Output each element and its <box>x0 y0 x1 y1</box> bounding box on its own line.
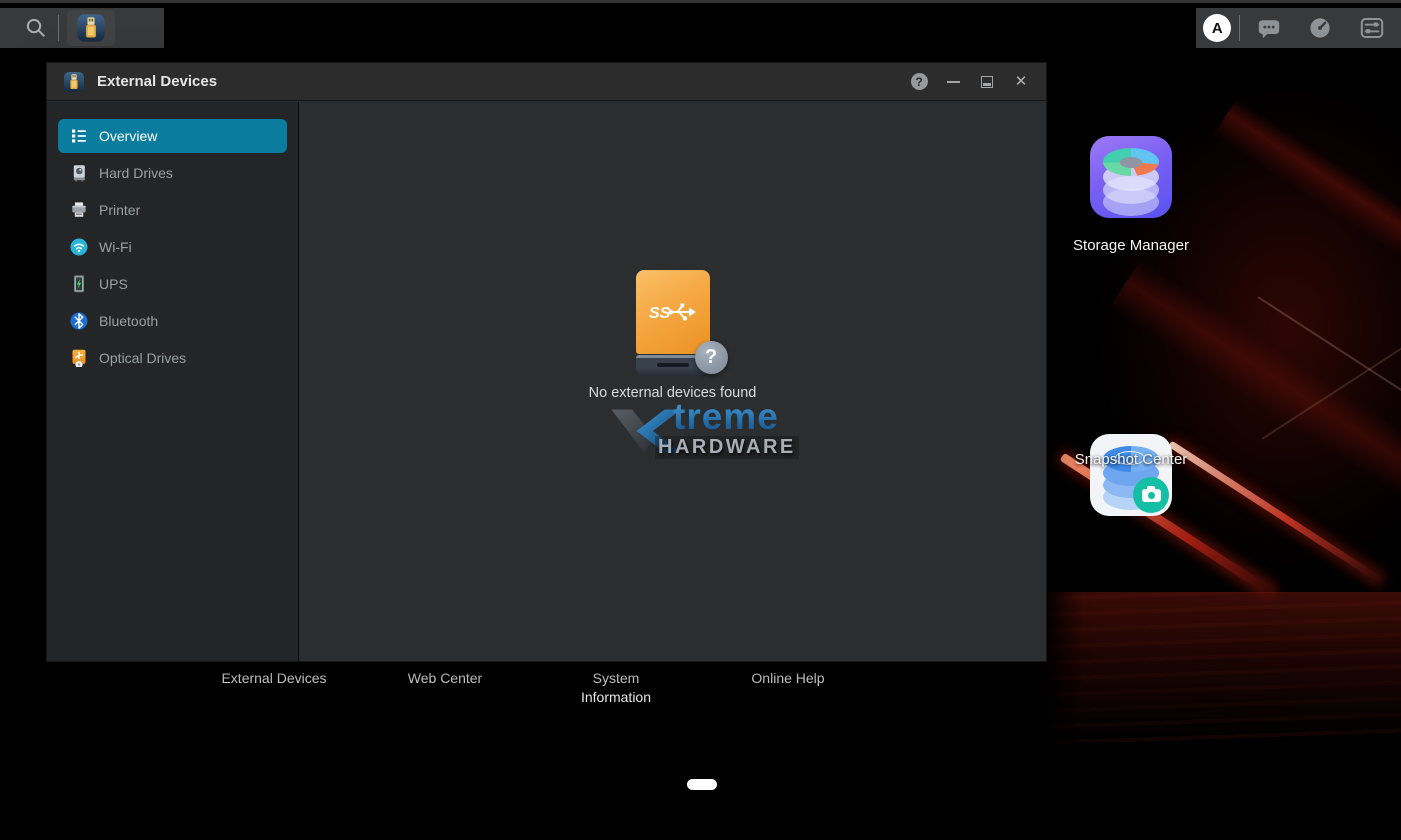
sidebar-item-wifi[interactable]: Wi-Fi <box>58 230 287 264</box>
optical-drive-icon <box>70 349 88 367</box>
resource-monitor-button[interactable] <box>1298 8 1342 48</box>
taskbar-divider <box>1239 15 1240 41</box>
help-button[interactable]: ? <box>908 71 930 93</box>
close-button[interactable]: ✕ <box>1010 71 1032 93</box>
usb-superspeed-drive-icon: SS <box>636 270 710 376</box>
external-devices-overview-panel: SS <box>299 102 1046 661</box>
empty-state: SS <box>299 270 1046 401</box>
desktop-screen: A <box>0 0 1401 840</box>
printer-icon <box>70 201 88 219</box>
sidebar-item-label: Overview <box>99 128 157 144</box>
desktop-icon-label[interactable]: Snapshot Center <box>1051 451 1211 468</box>
maximize-button[interactable] <box>976 71 998 93</box>
sidebar-item-label: UPS <box>99 276 128 292</box>
window-titlebar[interactable]: External Devices ? ✕ <box>47 63 1046 101</box>
desktop-icon-label-web-center[interactable]: Web Center <box>385 669 505 688</box>
messages-icon <box>1257 16 1281 40</box>
help-icon: ? <box>911 73 928 90</box>
sidebar-item-overview[interactable]: Overview <box>58 119 287 153</box>
sidebar-item-label: Hard Drives <box>99 165 173 181</box>
avatar-letter: A <box>1212 20 1223 37</box>
external-devices-app-icon <box>63 71 85 93</box>
camera-badge-icon <box>1133 477 1169 513</box>
storage-pie-hole <box>1120 157 1142 168</box>
wifi-icon <box>70 238 88 256</box>
svg-text:SS: SS <box>649 305 671 322</box>
desktop-icon-label-system-information[interactable]: System Information <box>569 669 664 707</box>
taskbar-left <box>0 8 164 48</box>
external-devices-window: External Devices ? ✕ <box>46 62 1047 662</box>
sidebar: Overview Hard Drives <box>47 102 299 661</box>
sidebar-item-label: Optical Drives <box>99 350 186 366</box>
minimize-icon <box>947 81 960 83</box>
sidebar-item-printer[interactable]: Printer <box>58 193 287 227</box>
watermark-hardware-text: HARDWARE <box>655 436 799 459</box>
external-devices-app-icon <box>76 13 106 43</box>
user-avatar[interactable]: A <box>1203 14 1231 42</box>
overview-list-icon <box>70 127 88 145</box>
sidebar-item-label: Printer <box>99 202 140 218</box>
bluetooth-icon <box>70 312 88 330</box>
window-title: External Devices <box>97 73 908 90</box>
search-icon <box>25 17 47 39</box>
sidebar-item-optical-drives[interactable]: Optical Drives <box>58 341 287 375</box>
preferences-button[interactable] <box>1350 8 1394 48</box>
dock-indicator-pill[interactable] <box>687 779 717 790</box>
sidebar-item-ups[interactable]: UPS <box>58 267 287 301</box>
desktop-icon-storage-manager[interactable] <box>1090 136 1172 218</box>
taskbar-right: A <box>1196 8 1401 48</box>
desktop-icon-label-online-help[interactable]: Online Help <box>728 669 848 688</box>
messages-button[interactable] <box>1247 8 1291 48</box>
usb-drive-body: SS <box>636 270 710 354</box>
desktop-icon-snapshot-center[interactable] <box>1090 434 1172 516</box>
superspeed-usb-glyph: SS <box>649 297 697 327</box>
taskbar-divider <box>58 15 59 41</box>
maximize-icon <box>981 76 993 88</box>
desktop-icon-label-external-devices[interactable]: External Devices <box>204 669 344 688</box>
wallpaper-floor-reflection <box>1040 592 1401 742</box>
search-button[interactable] <box>14 8 58 48</box>
question-badge-icon: ? <box>695 341 728 374</box>
desktop-icon-label[interactable]: Storage Manager <box>1051 237 1211 254</box>
sidebar-item-label: Wi-Fi <box>99 239 132 255</box>
hard-drive-icon <box>70 164 88 182</box>
window-controls: ? ✕ <box>908 71 1032 93</box>
camera-icon <box>1142 489 1161 502</box>
usb-drive-slot <box>657 363 689 367</box>
sidebar-item-bluetooth[interactable]: Bluetooth <box>58 304 287 338</box>
preferences-icon <box>1360 16 1384 40</box>
wallpaper-top-strip <box>0 0 1401 3</box>
taskbar-app-external-devices[interactable] <box>67 10 115 46</box>
sidebar-item-hard-drives[interactable]: Hard Drives <box>58 156 287 190</box>
resource-monitor-icon <box>1308 16 1332 40</box>
storage-pie-disk <box>1103 148 1159 176</box>
ups-battery-icon <box>70 275 88 293</box>
close-icon: ✕ <box>1015 74 1028 89</box>
xtreme-hardware-watermark: treme HARDWARE <box>607 400 807 464</box>
watermark-treme-text: treme <box>673 396 779 438</box>
sidebar-item-label: Bluetooth <box>99 313 158 329</box>
window-body: Overview Hard Drives <box>47 102 1046 661</box>
minimize-button[interactable] <box>942 71 964 93</box>
